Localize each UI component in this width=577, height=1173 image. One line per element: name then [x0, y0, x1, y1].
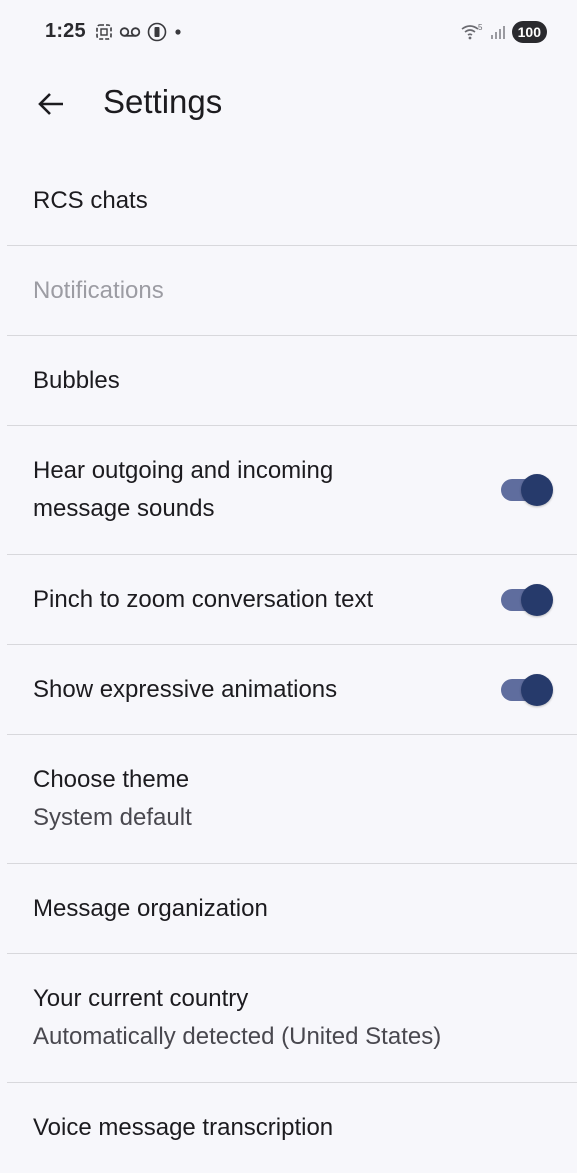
setting-text: Hear outgoing and incoming message sound…	[33, 452, 433, 528]
app-bar: Settings	[0, 66, 577, 142]
voicemail-icon	[119, 27, 141, 37]
toggle-thumb	[521, 673, 553, 706]
setting-title: Bubbles	[33, 366, 120, 394]
pinch-to-zoom-toggle[interactable]	[501, 583, 553, 616]
setting-notifications: Notifications	[7, 246, 577, 336]
settings-list: RCS chats Notifications Bubbles Hear out…	[7, 156, 577, 1173]
arrow-back-icon	[38, 93, 63, 115]
page-title: Settings	[103, 83, 223, 120]
setting-title: Message organization	[33, 894, 268, 922]
setting-title: RCS chats	[33, 186, 148, 214]
setting-expressive-animations[interactable]: Show expressive animations	[7, 645, 577, 735]
wifi-icon: 5	[461, 23, 483, 40]
setting-rcs-chats[interactable]: RCS chats	[7, 156, 577, 246]
expressive-animations-toggle[interactable]	[501, 673, 553, 706]
status-system-icons: 5 100	[460, 21, 547, 43]
screenshot-icon	[96, 24, 112, 40]
setting-title: Hear outgoing and incoming message sound…	[33, 457, 334, 522]
setting-title: Pinch to zoom conversation text	[33, 585, 374, 613]
toggle-thumb	[521, 474, 553, 506]
setting-title: Notifications	[33, 276, 164, 304]
signal-icon	[490, 26, 505, 39]
setting-message-organization[interactable]: Message organization	[7, 864, 577, 954]
setting-title: Voice message transcription	[33, 1114, 334, 1141]
status-bar: 1:25 5 100	[0, 0, 577, 66]
more-notifications-dot-icon	[175, 29, 181, 35]
network-label: 5	[478, 23, 483, 32]
setting-current-country[interactable]: Your current country Automatically detec…	[7, 954, 577, 1083]
setting-title: Choose theme	[33, 766, 190, 793]
setting-pinch-to-zoom[interactable]: Pinch to zoom conversation text	[7, 555, 577, 645]
setting-choose-theme[interactable]: Choose theme System default	[7, 735, 577, 864]
setting-voice-transcription[interactable]: Voice message transcription	[7, 1083, 577, 1173]
setting-message-sounds[interactable]: Hear outgoing and incoming message sound…	[7, 426, 577, 555]
setting-subtitle: System default	[33, 804, 192, 831]
setting-title: Show expressive animations	[33, 675, 338, 703]
status-notification-icons	[95, 22, 183, 42]
vibrate-icon	[147, 22, 167, 42]
status-time: 1:25	[45, 20, 86, 42]
battery-indicator: 100	[511, 21, 547, 43]
setting-subtitle: Automatically detected (United States)	[33, 1023, 442, 1050]
setting-bubbles[interactable]: Bubbles	[7, 336, 577, 426]
toggle-thumb	[521, 583, 553, 616]
back-button[interactable]	[26, 79, 76, 129]
setting-title: Your current country	[33, 985, 249, 1012]
message-sounds-toggle[interactable]	[501, 474, 553, 506]
